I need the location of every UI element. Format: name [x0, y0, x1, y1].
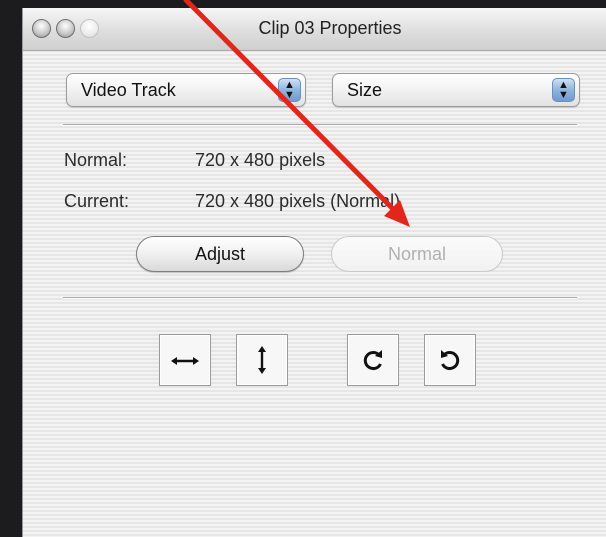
separator: [63, 124, 577, 126]
property-popup[interactable]: Size ▲ ▼: [332, 73, 580, 107]
current-size-value: 720 x 480 pixels (Normal): [195, 191, 401, 211]
track-popup-label: Video Track: [81, 80, 176, 100]
popup-arrows-icon: ▲ ▼: [278, 78, 301, 102]
property-popup-label: Size: [347, 80, 383, 100]
normal-size-label: Normal:: [64, 150, 128, 170]
rotate-counterclockwise-icon: [441, 350, 460, 371]
normal-size-value: 720 x 480 pixels: [195, 150, 326, 170]
current-size-label: Current:: [64, 191, 130, 211]
flip-horizontal-icon: [171, 357, 199, 365]
flip-vertical-button[interactable]: [236, 334, 288, 386]
separator: [63, 297, 577, 299]
title-bar[interactable]: Clip 03 Properties: [23, 8, 606, 51]
flip-horizontal-button[interactable]: [159, 334, 211, 386]
track-popup[interactable]: Video Track ▲ ▼: [66, 73, 306, 107]
popup-arrows-icon: ▲ ▼: [552, 78, 575, 102]
rotate-clockwise-icon: [363, 350, 382, 371]
window-title: Clip 03 Properties: [258, 18, 402, 38]
normal-button[interactable]: Normal: [331, 236, 503, 272]
flip-vertical-icon: [258, 346, 266, 374]
rotate-counterclockwise-button[interactable]: [424, 334, 476, 386]
adjust-button[interactable]: Adjust: [136, 236, 304, 272]
properties-window: Clip 03 Properties Video Track ▲ ▼ Size ▲…: [22, 8, 606, 537]
rotate-clockwise-button[interactable]: [347, 334, 399, 386]
